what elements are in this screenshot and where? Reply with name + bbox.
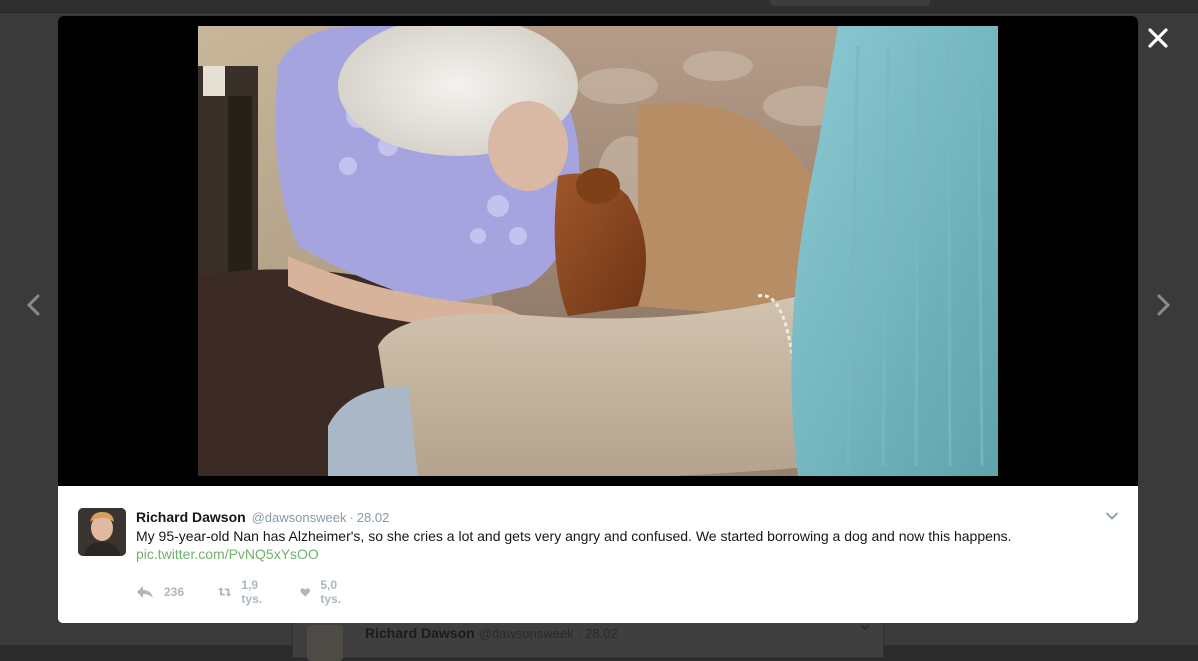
- media-link[interactable]: pic.twitter.com/PvNQ5xYsOO: [136, 545, 319, 563]
- close-button[interactable]: [1144, 24, 1172, 52]
- background-author-line: Richard Dawson @dawsonsweek · 28.02: [365, 625, 618, 641]
- retweet-icon: [218, 587, 232, 597]
- like-button[interactable]: 5,0 tys.: [300, 578, 347, 606]
- like-count: 5,0 tys.: [320, 578, 342, 606]
- retweet-button[interactable]: 1,9 tys.: [218, 578, 269, 606]
- chevron-left-icon: [26, 294, 40, 316]
- background-top-bar: [0, 0, 1198, 13]
- background-avatar: [307, 625, 343, 661]
- reply-button[interactable]: 236: [136, 582, 184, 602]
- header-separator: ·: [349, 510, 354, 525]
- background-author-handle: @dawsonsweek · 28.02: [478, 626, 618, 641]
- reply-icon: [137, 586, 153, 598]
- reply-count: 236: [164, 585, 185, 599]
- author-handle[interactable]: @dawsonsweek: [252, 510, 347, 525]
- background-search-pill: [770, 0, 930, 6]
- close-icon: [1148, 28, 1168, 48]
- author-name[interactable]: Richard Dawson: [136, 509, 246, 525]
- next-media-button[interactable]: [1148, 290, 1178, 320]
- tweet-menu-button[interactable]: [1104, 508, 1120, 524]
- tweet-photo[interactable]: [198, 26, 998, 476]
- tweet-header: Richard Dawson @dawsonsweek · 28.02: [136, 508, 389, 527]
- heart-icon: [300, 587, 311, 597]
- chevron-down-icon: [1106, 512, 1118, 520]
- tweet-details: Richard Dawson @dawsonsweek · 28.02 My 95-…: [58, 486, 1138, 623]
- tweet-text: My 95-year-old Nan has Alzheimer's, so s…: [136, 528, 1012, 544]
- tweet-timestamp[interactable]: 28.02: [357, 510, 390, 525]
- chevron-right-icon: [1157, 294, 1171, 316]
- background-author-name: Richard Dawson: [365, 625, 475, 641]
- media-viewer: [58, 16, 1138, 486]
- retweet-count: 1,9 tys.: [241, 578, 263, 606]
- background-chevron-down-icon: [859, 621, 871, 636]
- avatar[interactable]: [78, 508, 126, 556]
- previous-media-button[interactable]: [19, 290, 49, 320]
- media-modal: Richard Dawson @dawsonsweek · 28.02 My 95-…: [58, 16, 1138, 623]
